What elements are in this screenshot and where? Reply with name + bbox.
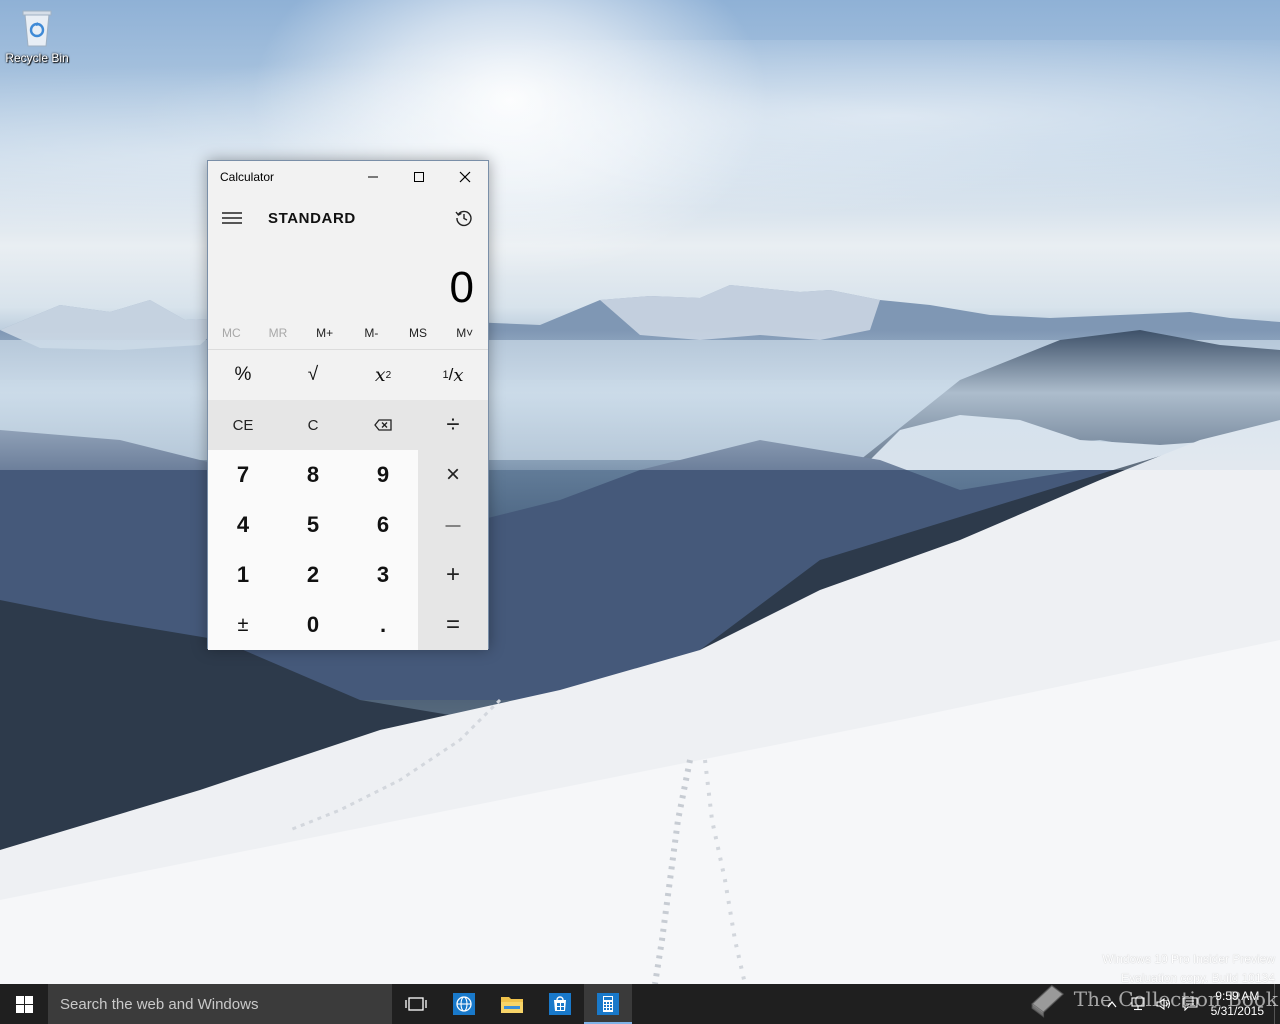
maximize-button[interactable] <box>396 161 442 193</box>
equals-button[interactable]: = <box>418 600 488 650</box>
keypad: % √ x2 1/x CE C ÷ 7 8 9 × 4 5 6 — 1 2 3 … <box>208 350 488 650</box>
chevron-up-icon <box>1107 1001 1117 1008</box>
backspace-button[interactable] <box>348 400 418 450</box>
digit-4-button[interactable]: 4 <box>208 500 278 550</box>
calculator-taskbar-button[interactable] <box>584 984 632 1024</box>
digit-0-button[interactable]: 0 <box>278 600 348 650</box>
close-button[interactable] <box>442 161 488 193</box>
search-placeholder: Search the web and Windows <box>60 995 259 1013</box>
taskbar-clock[interactable]: 9:59 AM 5/31/2015 <box>1203 989 1272 1019</box>
edge-icon <box>453 993 475 1015</box>
action-center-button[interactable] <box>1177 984 1203 1024</box>
clock-date: 5/31/2015 <box>1210 1004 1264 1018</box>
memory-store-button[interactable]: MS <box>395 321 442 349</box>
backspace-icon <box>374 419 392 431</box>
divide-button[interactable]: ÷ <box>418 400 488 450</box>
digit-7-button[interactable]: 7 <box>208 450 278 500</box>
negate-button[interactable]: ± <box>208 600 278 650</box>
maximize-icon <box>414 172 424 182</box>
show-desktop-button[interactable] <box>1274 984 1280 1024</box>
percent-button[interactable]: % <box>208 350 278 400</box>
start-button[interactable] <box>0 984 48 1024</box>
notification-icon <box>1182 997 1198 1011</box>
store-icon <box>549 993 571 1015</box>
memory-clear-button[interactable]: MC <box>208 321 255 349</box>
taskbar-search-box[interactable]: Search the web and Windows <box>48 984 392 1024</box>
system-tray: 9:59 AM 5/31/2015 <box>1099 984 1280 1024</box>
menu-button[interactable] <box>208 195 256 241</box>
tray-overflow-button[interactable] <box>1099 984 1125 1024</box>
wallpaper-mountains <box>0 285 1280 1024</box>
memory-list-button[interactable]: M˅ <box>441 321 488 349</box>
reciprocal-button[interactable]: 1/x <box>418 350 488 400</box>
windows-logo-icon <box>15 995 33 1013</box>
hamburger-icon <box>222 212 242 224</box>
minus-button[interactable]: — <box>418 500 488 550</box>
history-button[interactable] <box>440 195 488 241</box>
network-button[interactable] <box>1125 984 1151 1024</box>
memory-add-button[interactable]: M+ <box>301 321 348 349</box>
digit-8-button[interactable]: 8 <box>278 450 348 500</box>
watermark-edition: Windows 10 Pro Insider Preview <box>1102 952 1275 966</box>
volume-button[interactable] <box>1151 984 1177 1024</box>
network-icon <box>1131 997 1145 1011</box>
memory-subtract-button[interactable]: M- <box>348 321 395 349</box>
store-button[interactable] <box>536 984 584 1024</box>
task-view-button[interactable] <box>392 984 440 1024</box>
minimize-button[interactable] <box>350 161 396 193</box>
square-button[interactable]: x2 <box>348 350 418 400</box>
plus-button[interactable]: + <box>418 550 488 600</box>
build-watermark: Windows 10 Pro Insider Preview Evaluatio… <box>1102 950 1275 988</box>
task-view-icon <box>405 997 427 1011</box>
recycle-bin-shortcut[interactable]: Recycle Bin <box>2 8 72 76</box>
window-title: Calculator <box>220 170 275 184</box>
clear-entry-button[interactable]: CE <box>208 400 278 450</box>
wallpaper-mist <box>0 330 1280 470</box>
speaker-icon <box>1156 997 1170 1011</box>
mode-title: STANDARD <box>268 209 356 227</box>
file-explorer-button[interactable] <box>488 984 536 1024</box>
edge-browser-button[interactable] <box>440 984 488 1024</box>
taskbar: Search the web and Windows 9:59 AM 5/31/… <box>0 984 1280 1024</box>
digit-2-button[interactable]: 2 <box>278 550 348 600</box>
multiply-button[interactable]: × <box>418 450 488 500</box>
display-value: 0 <box>449 263 474 312</box>
square-root-button[interactable]: √ <box>278 350 348 400</box>
decimal-button[interactable]: . <box>348 600 418 650</box>
memory-row: MC MR M+ M- MS M˅ <box>208 321 488 349</box>
clock-time: 9:59 AM <box>1215 989 1260 1003</box>
minimize-icon <box>368 176 378 178</box>
recycle-bin-icon <box>20 8 54 48</box>
recycle-bin-label: Recycle Bin <box>5 51 69 65</box>
digit-5-button[interactable]: 5 <box>278 500 348 550</box>
digit-9-button[interactable]: 9 <box>348 450 418 500</box>
result-display: 0 <box>208 243 488 321</box>
calculator-titlebar[interactable]: Calculator <box>208 161 488 193</box>
close-icon <box>459 171 471 183</box>
digit-1-button[interactable]: 1 <box>208 550 278 600</box>
calculator-icon <box>597 993 619 1015</box>
folder-icon <box>501 997 523 1013</box>
calculator-header: STANDARD <box>208 193 488 243</box>
digit-3-button[interactable]: 3 <box>348 550 418 600</box>
memory-recall-button[interactable]: MR <box>255 321 302 349</box>
calculator-window[interactable]: Calculator STANDARD 0 MC MR M+ M- MS M˅ … <box>207 160 489 650</box>
clear-button[interactable]: C <box>278 400 348 450</box>
history-icon <box>455 210 472 227</box>
digit-6-button[interactable]: 6 <box>348 500 418 550</box>
